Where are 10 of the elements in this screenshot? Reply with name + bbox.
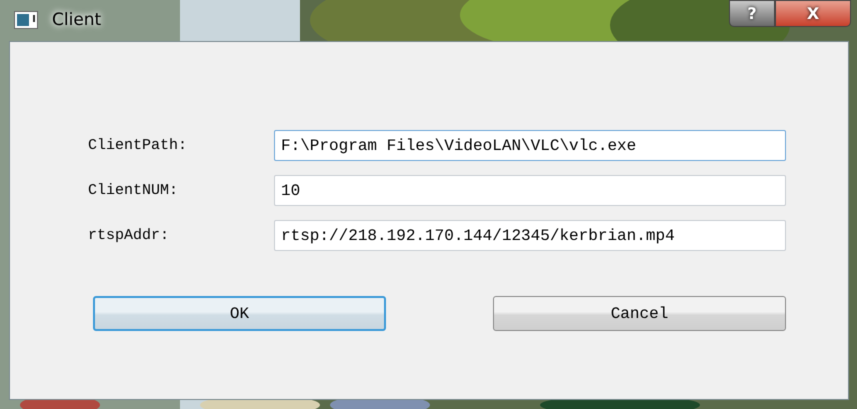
field-label: ClientPath: bbox=[88, 137, 188, 154]
cancel-button[interactable]: Cancel bbox=[493, 296, 786, 331]
input-field[interactable]: rtsp://218.192.170.144/12345/kerbrian.mp4 bbox=[274, 220, 786, 251]
input-field[interactable]: F:\Program Files\VideoLAN\VLC\vlc.exe bbox=[274, 130, 786, 161]
input-field[interactable]: 10 bbox=[274, 175, 786, 206]
window-icon bbox=[14, 11, 38, 29]
field-label: rtspAddr: bbox=[88, 227, 170, 244]
window-title: Client bbox=[52, 10, 102, 30]
field-label: ClientNUM: bbox=[88, 182, 180, 199]
ok-button[interactable]: OK bbox=[93, 296, 386, 331]
